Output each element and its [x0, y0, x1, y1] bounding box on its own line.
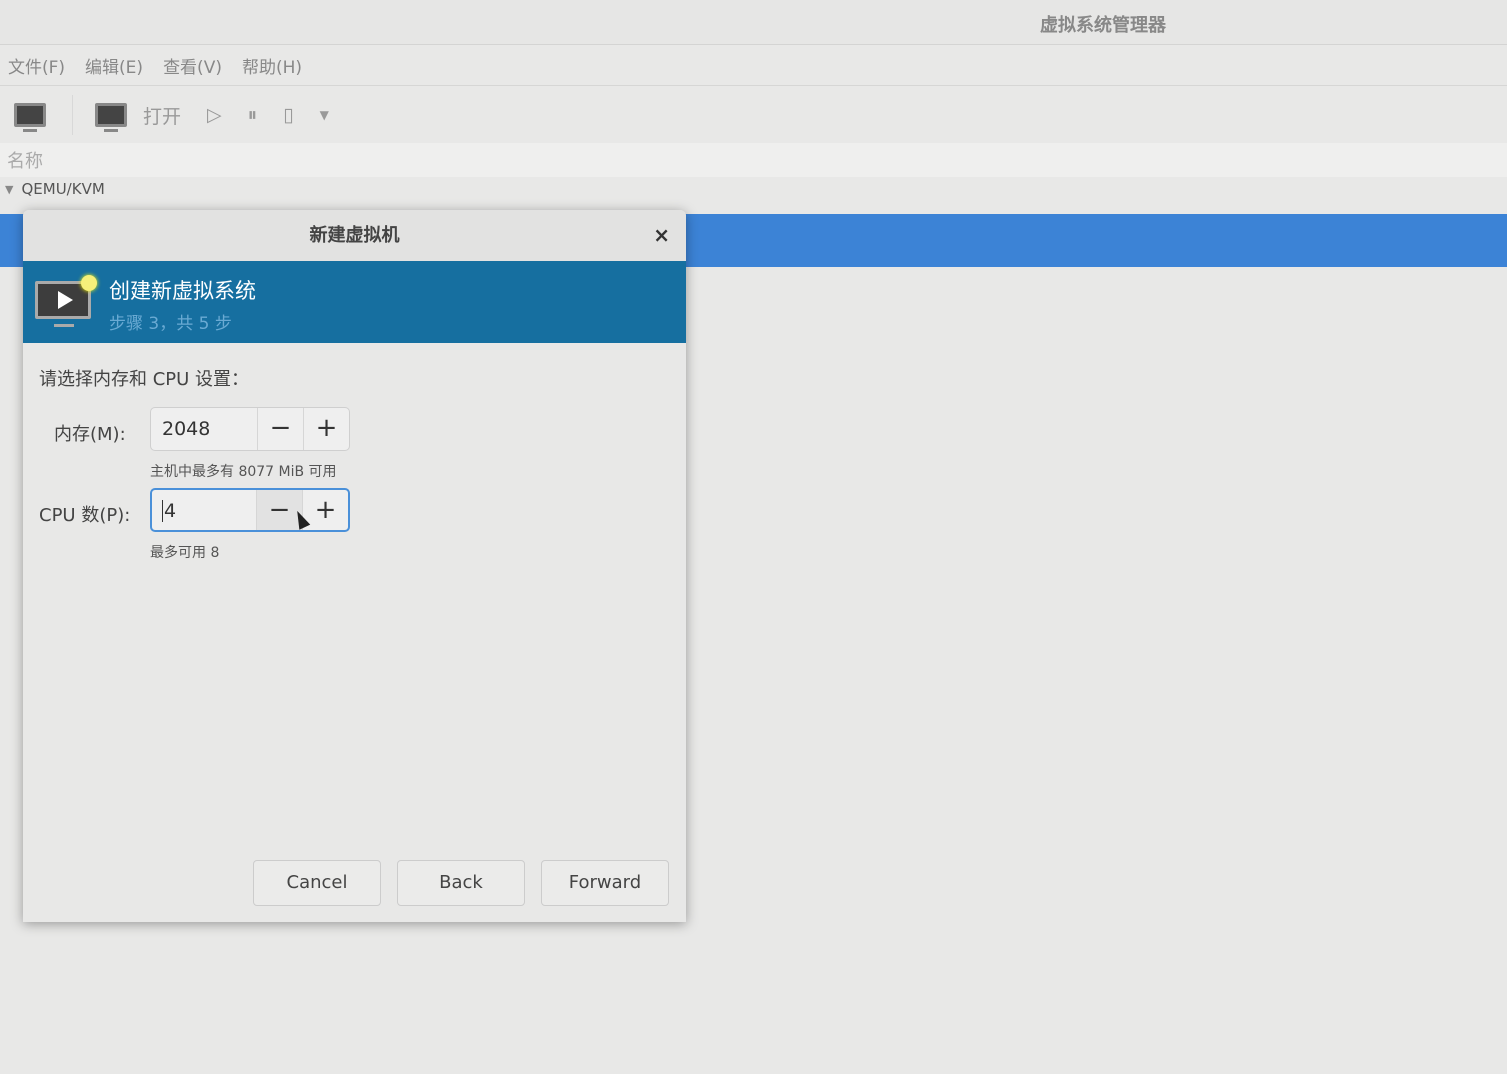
memory-decrement-button[interactable]: −	[257, 408, 303, 450]
memory-increment-button[interactable]: +	[303, 408, 349, 450]
stop-icon: ▯	[283, 104, 294, 126]
cpu-input[interactable]: 4	[162, 500, 256, 522]
banner-title: 创建新虚拟系统	[109, 279, 256, 303]
wizard-banner: 创建新虚拟系统 步骤 3，共 5 步	[23, 261, 686, 343]
toolbar: 打开 ▷ ⏸ ▯ ▼	[0, 87, 1507, 143]
memory-hint: 主机中最多有 8077 MiB 可用	[150, 464, 337, 480]
open-label: 打开	[143, 105, 182, 128]
new-vm-icon	[14, 103, 46, 132]
play-icon: ▷	[207, 104, 222, 126]
shutdown-menu-button[interactable]: ▼	[320, 108, 329, 122]
expander-icon[interactable]: ▼	[5, 183, 13, 196]
window-title: 虚拟系统管理器	[1040, 15, 1166, 36]
cpu-spinner: 4 − +	[150, 488, 350, 532]
column-header-name[interactable]: 名称	[0, 143, 1507, 177]
connection-label: QEMU/KVM	[21, 180, 105, 198]
menu-bar: 文件(F) 编辑(E) 查看(V) 帮助(H)	[0, 46, 1507, 86]
back-button[interactable]: Back	[397, 860, 525, 906]
menu-edit[interactable]: 编辑(E)	[85, 53, 143, 78]
banner-step: 步骤 3，共 5 步	[109, 314, 232, 334]
memory-label: 内存(M):	[54, 424, 126, 445]
dialog-header: 新建虚拟机 ×	[23, 210, 686, 261]
memory-spinner: 2048 − +	[150, 407, 350, 451]
cpu-decrement-button[interactable]: −	[256, 490, 302, 530]
new-vm-dialog: 新建虚拟机 × 创建新虚拟系统 步骤 3，共 5 步 请选择内存和 CPU 设置：…	[23, 210, 686, 922]
menu-view[interactable]: 查看(V)	[163, 53, 222, 78]
forward-button[interactable]: Forward	[541, 860, 669, 906]
title-bar: 虚拟系统管理器	[0, 0, 1507, 45]
new-vm-button[interactable]	[14, 103, 46, 132]
menu-help[interactable]: 帮助(H)	[242, 53, 302, 78]
cpu-hint: 最多可用 8	[150, 545, 220, 561]
run-button[interactable]: ▷	[207, 104, 222, 126]
toolbar-separator	[72, 95, 73, 135]
menu-file[interactable]: 文件(F)	[8, 53, 65, 78]
dialog-title: 新建虚拟机	[309, 225, 400, 246]
new-star-icon	[81, 275, 97, 291]
cpu-label: CPU 数(P):	[39, 505, 131, 526]
cancel-button[interactable]: Cancel	[253, 860, 381, 906]
pause-icon: ⏸	[247, 104, 258, 126]
open-button[interactable]: 打开	[95, 102, 182, 132]
prompt-text: 请选择内存和 CPU 设置：	[39, 369, 250, 390]
shutdown-button[interactable]: ▯	[283, 104, 293, 126]
monitor-icon	[95, 103, 127, 132]
pause-button[interactable]: ⏸	[248, 104, 258, 126]
close-icon[interactable]: ×	[653, 210, 670, 261]
connection-row[interactable]: ▼ QEMU/KVM	[5, 180, 105, 198]
memory-input[interactable]: 2048	[151, 408, 257, 450]
chevron-down-icon: ▼	[319, 108, 329, 122]
